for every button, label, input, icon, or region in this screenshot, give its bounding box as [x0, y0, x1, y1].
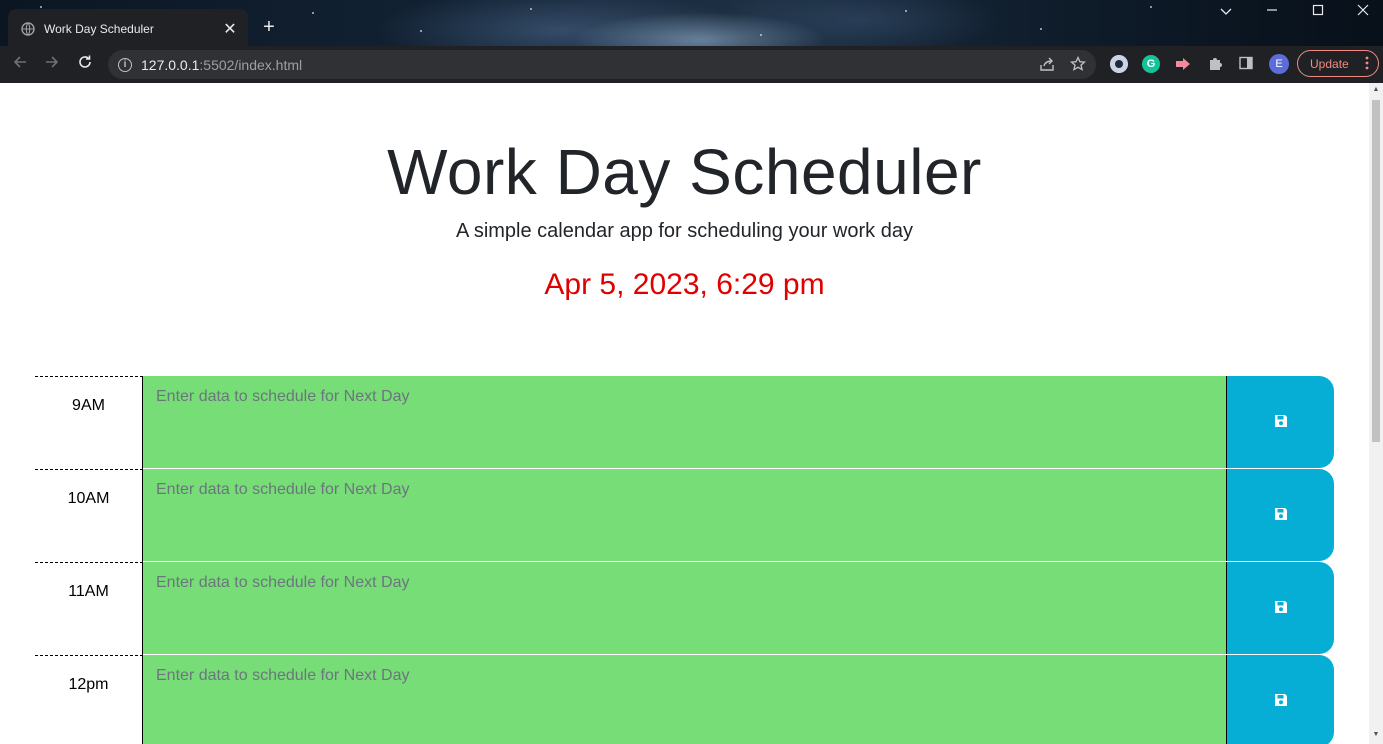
extension-o-icon[interactable]: [1110, 55, 1128, 73]
current-date-time: Apr 5, 2023, 6:29 pm: [544, 268, 825, 301]
page-title: Work Day Scheduler: [387, 136, 982, 208]
background-star: [1040, 28, 1042, 30]
forward-arrow-icon[interactable]: [42, 54, 62, 74]
puzzle-extensions-icon[interactable]: [1206, 55, 1224, 73]
profile-avatar[interactable]: E: [1269, 54, 1289, 74]
background-star: [530, 8, 532, 10]
save-button[interactable]: [1226, 562, 1334, 654]
browser-toolbar: i 127.0.0.1:5502/index.html G E Update: [0, 46, 1383, 83]
page-subtitle: A simple calendar app for scheduling you…: [456, 220, 913, 242]
side-panel-icon[interactable]: [1237, 55, 1255, 73]
background-star: [40, 6, 42, 8]
scrollbar-thumb[interactable]: [1372, 100, 1380, 442]
hour-label: 10AM: [35, 469, 143, 562]
event-description-input[interactable]: [143, 376, 1226, 469]
background-star: [420, 30, 422, 32]
back-arrow-icon[interactable]: [10, 54, 30, 74]
save-floppy-icon: [1274, 600, 1288, 617]
background-star: [312, 12, 314, 14]
address-bar[interactable]: i 127.0.0.1:5502/index.html: [108, 50, 1096, 79]
extension-arrow-icon[interactable]: [1174, 55, 1192, 73]
time-block-row: 12pm: [35, 655, 1334, 744]
vertical-scrollbar[interactable]: ▲ ▼: [1369, 83, 1383, 744]
browser-chrome: Work Day Scheduler ✕ + i 127.0.0.1:5502/…: [0, 0, 1383, 83]
background-star: [760, 34, 762, 36]
update-button[interactable]: Update: [1297, 50, 1379, 77]
tab-title: Work Day Scheduler: [44, 21, 154, 36]
save-floppy-icon: [1274, 693, 1288, 710]
close-window-icon[interactable]: [1353, 4, 1373, 19]
share-icon[interactable]: [1038, 56, 1056, 76]
bookmark-star-icon[interactable]: [1069, 55, 1087, 76]
tab-close-icon[interactable]: ✕: [220, 19, 240, 39]
scroll-down-arrow-icon[interactable]: ▼: [1369, 731, 1383, 738]
save-button[interactable]: [1226, 376, 1334, 468]
event-description-input[interactable]: [143, 562, 1226, 655]
hour-label: 12pm: [35, 655, 143, 744]
page-viewport: Work Day Scheduler A simple calendar app…: [0, 83, 1369, 744]
save-floppy-icon: [1274, 507, 1288, 524]
grammarly-icon[interactable]: G: [1142, 55, 1160, 73]
time-block-row: 11AM: [35, 562, 1334, 655]
reload-icon[interactable]: [75, 54, 95, 74]
save-button[interactable]: [1226, 655, 1334, 744]
url-text: 127.0.0.1:5502/index.html: [141, 56, 303, 73]
save-button[interactable]: [1226, 469, 1334, 561]
site-info-icon[interactable]: i: [118, 57, 132, 72]
background-star: [905, 10, 907, 12]
scroll-up-arrow-icon[interactable]: ▲: [1369, 86, 1383, 93]
minimize-icon[interactable]: [1262, 4, 1282, 19]
time-block-list: 9AM 10AM 11AM: [35, 376, 1334, 744]
maximize-icon[interactable]: [1308, 4, 1328, 19]
event-description-input[interactable]: [143, 469, 1226, 562]
kebab-menu-icon[interactable]: [1365, 56, 1369, 73]
new-tab-icon[interactable]: +: [258, 16, 280, 39]
tab-search-chevron-icon[interactable]: [1216, 4, 1236, 19]
background-star: [1150, 6, 1152, 8]
globe-icon: [20, 21, 36, 37]
event-description-input[interactable]: [143, 655, 1226, 744]
hour-label: 9AM: [35, 376, 143, 469]
hour-label: 11AM: [35, 562, 143, 655]
time-block-row: 10AM: [35, 469, 1334, 562]
update-label: Update: [1310, 56, 1349, 71]
save-floppy-icon: [1274, 414, 1288, 431]
browser-tab-active[interactable]: Work Day Scheduler ✕: [8, 9, 248, 48]
time-block-row: 9AM: [35, 376, 1334, 469]
